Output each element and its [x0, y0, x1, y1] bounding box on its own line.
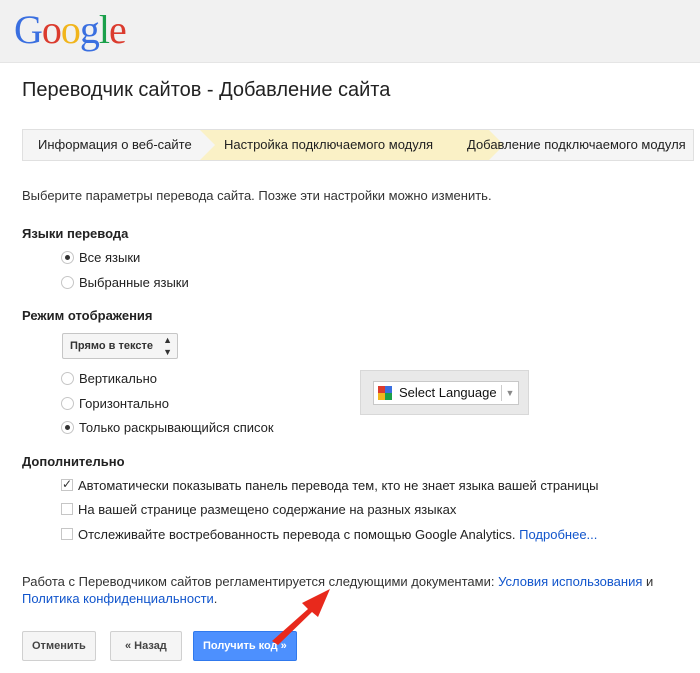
- radio-button[interactable]: [61, 421, 74, 434]
- radio-button[interactable]: [61, 276, 74, 289]
- radio-button[interactable]: [61, 251, 74, 264]
- logo-letter: e: [109, 7, 127, 52]
- checkbox-multilingual[interactable]: На вашей странице размещено содержание н…: [61, 501, 456, 519]
- radio-label: Только раскрывающийся список: [79, 420, 274, 435]
- radio-label: Все языки: [79, 250, 141, 265]
- radio-label: Вертикально: [79, 371, 158, 386]
- checkbox-label: На вашей странице размещено содержание н…: [78, 502, 457, 517]
- learn-more-link[interactable]: Подробнее...: [519, 527, 597, 542]
- radio-horizontal[interactable]: Горизонтально: [61, 395, 169, 413]
- select-language-widget[interactable]: Select Language ▼: [373, 381, 519, 405]
- logo-letter: l: [98, 7, 110, 52]
- logo-letter: o: [60, 7, 81, 52]
- cancel-button[interactable]: Отменить: [22, 631, 96, 661]
- checkbox-auto-show-bar[interactable]: Автоматически показывать панель перевода…: [61, 475, 599, 495]
- step-add-plugin: Добавление подключаемого модуля: [467, 137, 686, 152]
- select-arrows-icon: ▲ ▼: [163, 335, 172, 357]
- logo-letter: g: [79, 7, 100, 52]
- checkbox[interactable]: [61, 528, 73, 540]
- privacy-policy-link[interactable]: Политика конфиденциальности: [22, 591, 214, 606]
- terms-intro: Работа с Переводчиком сайтов регламентир…: [22, 574, 495, 589]
- radio-selected-languages[interactable]: Выбранные языки: [61, 274, 189, 292]
- radio-dropdown-only[interactable]: Только раскрывающийся список: [61, 419, 274, 437]
- terms-end: .: [213, 591, 218, 606]
- widget-preview: Select Language ▼: [360, 370, 529, 415]
- radio-all-languages[interactable]: Все языки: [61, 249, 140, 267]
- checkbox[interactable]: [61, 475, 73, 493]
- checkbox-label: Автоматически показывать панель перевода…: [78, 478, 599, 493]
- radio-button[interactable]: [61, 372, 74, 385]
- step-plugin-settings: Настройка подключаемого модуля: [200, 130, 504, 160]
- top-bar: Google: [0, 0, 700, 63]
- radio-vertical[interactable]: Вертикально: [61, 370, 157, 388]
- checkbox-analytics[interactable]: Отслеживайте востребованность перевода с…: [61, 526, 597, 544]
- checkbox-label: Отслеживайте востребованность перевода с…: [78, 527, 516, 542]
- display-mode-select[interactable]: Прямо в тексте ▲ ▼: [62, 333, 178, 359]
- google-translate-icon: [378, 386, 392, 400]
- dropdown-arrow-icon: ▼: [501, 385, 518, 401]
- radio-label: Выбранные языки: [79, 275, 189, 290]
- step-separator: [200, 130, 215, 160]
- terms-of-use-link[interactable]: Условия использования: [498, 574, 642, 589]
- terms-text: Работа с Переводчиком сайтов регламентир…: [22, 573, 698, 607]
- checkbox[interactable]: [61, 503, 73, 515]
- advanced-heading: Дополнительно: [22, 454, 125, 469]
- display-mode-heading: Режим отображения: [22, 308, 153, 323]
- radio-button[interactable]: [61, 397, 74, 410]
- widget-label: Select Language: [399, 385, 497, 400]
- radio-label: Горизонтально: [79, 396, 169, 411]
- intro-text: Выберите параметры перевода сайта. Позже…: [22, 188, 492, 203]
- google-logo[interactable]: Google: [14, 6, 127, 54]
- step-site-info: Информация о веб-сайте: [38, 137, 192, 152]
- logo-letter: G: [14, 7, 43, 52]
- logo-letter: o: [41, 7, 62, 52]
- terms-and: и: [646, 574, 654, 589]
- languages-heading: Языки перевода: [22, 226, 129, 241]
- wizard-steps: Информация о веб-сайте Настройка подключ…: [22, 129, 694, 161]
- back-button[interactable]: « Назад: [110, 631, 182, 661]
- select-value: Прямо в тексте: [70, 340, 153, 352]
- page-title: Переводчик сайтов - Добавление сайта: [22, 79, 391, 101]
- red-arrow-annotation: [272, 589, 330, 645]
